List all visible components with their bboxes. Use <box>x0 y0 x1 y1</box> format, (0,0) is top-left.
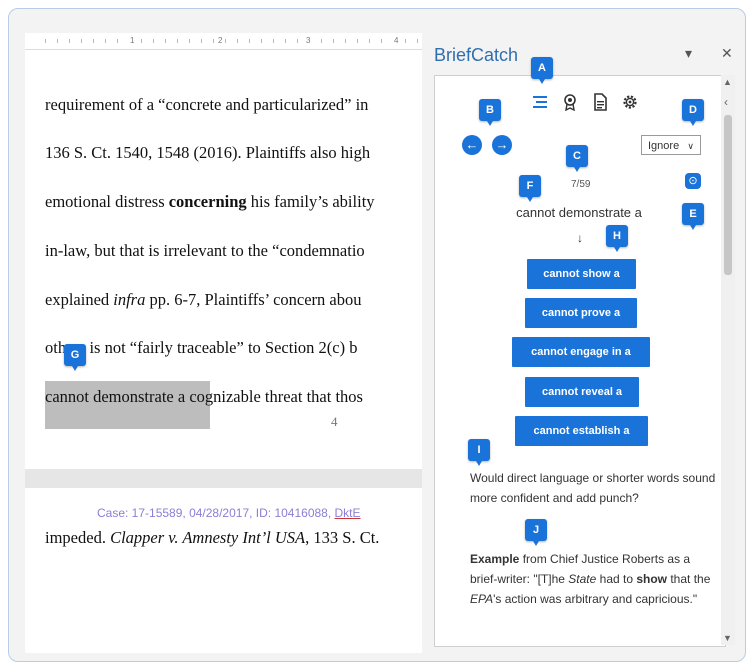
chevron-down-icon: ∨ <box>687 141 694 151</box>
text-run: infra <box>113 290 146 309</box>
document-line[interactable]: explained infra pp. 6-7, Plaintiffs’ con… <box>45 290 362 310</box>
suggestion-button[interactable]: cannot reveal a <box>525 377 639 407</box>
ruler: 1 2 3 4 <box>25 33 422 50</box>
gear-icon[interactable] <box>621 93 639 111</box>
document-page-2: Case: 17-15589, 04/28/2017, ID: 10416088… <box>25 488 422 653</box>
app-window: 1 2 3 4 requirement of a “concrete and p… <box>8 8 746 662</box>
suggestion-button[interactable]: cannot engage in a <box>512 337 650 367</box>
document-icon[interactable] <box>591 93 609 111</box>
text-run: emotional distress <box>45 192 169 211</box>
text-run: had to <box>596 572 637 586</box>
document-line[interactable]: 136 S. Ct. 1540, 1548 (2016). Plaintiffs… <box>45 143 370 163</box>
suggestion-button[interactable]: cannot establish a <box>515 416 648 446</box>
pane-options-icon[interactable]: ▾ <box>685 45 692 62</box>
callout-badge: B <box>479 99 501 126</box>
text-run: cannot demonstrate a cognizable threat t… <box>45 387 363 406</box>
text-run: his family’s ability <box>246 192 375 211</box>
document-page: 1 2 3 4 requirement of a “concrete and p… <box>25 33 422 469</box>
ignore-dropdown[interactable]: Ignore ∨ <box>641 135 701 155</box>
callout-badge: D <box>682 99 704 126</box>
flagged-phrase: cannot demonstrate a <box>516 205 642 220</box>
text-run: show <box>636 572 668 586</box>
callout-badge: E <box>682 203 704 230</box>
text-run: that the <box>667 572 711 586</box>
suggestion-button[interactable]: cannot prove a <box>525 298 637 328</box>
ruler-number: 2 <box>217 36 224 45</box>
case-header: Case: 17-15589, 04/28/2017, ID: 10416088… <box>97 506 361 520</box>
list-icon[interactable] <box>531 93 549 111</box>
text-run: pp. 6-7, Plaintiffs’ concern abou <box>145 290 362 309</box>
callout-badge: H <box>606 225 628 252</box>
ruler-number: 1 <box>129 36 136 45</box>
arrow-down-icon: ↓ <box>577 231 583 245</box>
document-line[interactable]: others is not “fairly traceable” to Sect… <box>45 338 357 358</box>
text-run: Clapper v. Amnesty Int’l USA <box>110 528 306 547</box>
pane-title: BriefCatch <box>434 45 519 65</box>
ignore-label: Ignore <box>648 140 680 152</box>
text-run: State <box>568 572 597 586</box>
document-line[interactable]: in-law, but that is irrelevant to the “c… <box>45 241 365 261</box>
ruler-ticks <box>45 39 422 43</box>
scroll-down-icon[interactable]: ▼ <box>723 633 732 643</box>
ribbon-badge-icon[interactable] <box>561 93 579 111</box>
callout-badge: A <box>531 57 553 84</box>
text-run: impeded. <box>45 528 111 547</box>
ruler-number: 3 <box>305 36 312 45</box>
text-run: EPA <box>470 592 494 606</box>
page-number: 4 <box>331 414 338 429</box>
callout-badge: C <box>566 145 588 172</box>
document-area[interactable]: 1 2 3 4 requirement of a “concrete and p… <box>25 33 422 653</box>
document-line[interactable]: cannot demonstrate a cognizable threat t… <box>45 387 363 407</box>
text-run: requirement of a “concrete and particula… <box>45 95 369 114</box>
pane-scrollbar[interactable]: ▲ ▼ <box>721 75 735 645</box>
scroll-thumb[interactable] <box>724 115 732 275</box>
ruler-number: 4 <box>393 36 400 45</box>
text-run: explained <box>45 290 114 309</box>
example-text: Example from Chief Justice Roberts as a … <box>470 549 720 609</box>
case-header-text: Case: 17-15589, 04/28/2017, ID: 10416088… <box>97 506 335 520</box>
document-line[interactable]: requirement of a “concrete and particula… <box>45 95 368 115</box>
example-label: Example <box>470 552 520 566</box>
text-run: 136 S. Ct. 1540, 1548 (2016). Plaintiffs… <box>45 143 371 162</box>
suggestion-rationale: Would direct language or shorter words s… <box>470 471 716 505</box>
document-line[interactable]: emotional distress concerning his family… <box>45 192 375 212</box>
collapse-pane-icon[interactable]: ‹ <box>724 95 728 109</box>
text-run: , 133 S. Ct. <box>305 528 380 547</box>
next-button[interactable]: → <box>492 135 512 155</box>
callout-badge: I <box>468 439 490 466</box>
issue-counter: 7/59 <box>571 179 591 190</box>
callout-badge: G <box>64 344 86 371</box>
callout-badge: J <box>525 519 547 546</box>
previous-button[interactable]: ← <box>462 135 482 155</box>
text-run: others is not “fairly traceable” to Sect… <box>45 338 358 357</box>
docket-link[interactable]: DktE <box>335 506 361 520</box>
document-line[interactable]: impeded. Clapper v. Amnesty Int’l USA, 1… <box>45 528 379 548</box>
callout-badge: F <box>519 175 541 202</box>
suggestion-button[interactable]: cannot show a <box>527 259 636 289</box>
text-run: in-law, but that is irrelevant to the “c… <box>45 241 365 260</box>
text-run: concerning <box>168 192 247 211</box>
locate-target-icon[interactable]: ⊙ <box>685 173 701 189</box>
close-icon[interactable]: ✕ <box>721 45 733 62</box>
text-run: 's action was arbitrary and capricious." <box>493 592 698 606</box>
scroll-up-icon[interactable]: ▲ <box>723 77 732 87</box>
